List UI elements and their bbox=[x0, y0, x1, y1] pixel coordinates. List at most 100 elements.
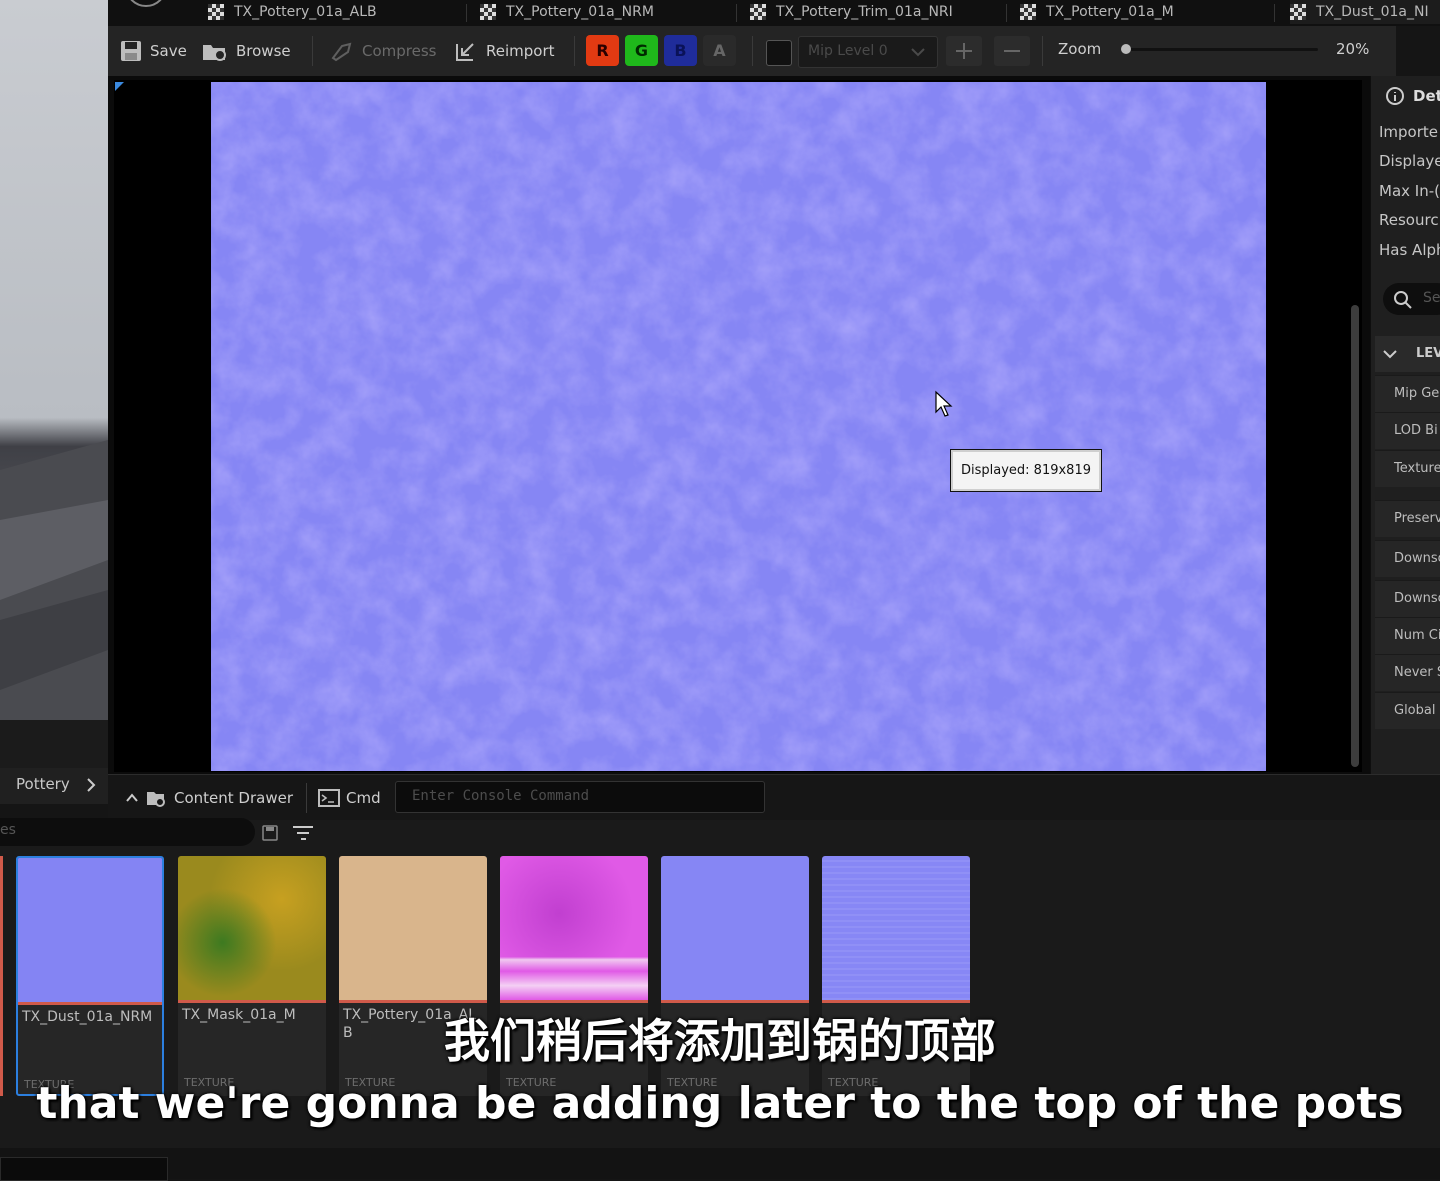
asset-type-bar bbox=[661, 1000, 809, 1003]
compress-icon bbox=[331, 42, 352, 62]
property-row-mip-gen[interactable]: Mip Ge bbox=[1375, 375, 1440, 412]
save-label: Save bbox=[150, 42, 187, 60]
checker-floor bbox=[0, 440, 108, 720]
property-label: Global I bbox=[1394, 703, 1440, 718]
tab-label: TX_Dust_01a_NI bbox=[1316, 4, 1429, 20]
texture-icon bbox=[480, 4, 496, 20]
tab-pottery-m[interactable]: TX_Pottery_01a_M bbox=[1020, 0, 1280, 24]
tooltip-text: Displayed: 819x819 bbox=[961, 463, 1091, 478]
property-row-lod-bias[interactable]: LOD Bi bbox=[1375, 412, 1440, 449]
save-icon bbox=[121, 41, 141, 61]
status-bar: Content Drawer Cmd bbox=[108, 774, 1440, 821]
folder-breadcrumb[interactable]: Pottery bbox=[0, 768, 108, 804]
background-color-swatch[interactable] bbox=[766, 40, 792, 66]
blue-channel-toggle[interactable]: B bbox=[664, 35, 697, 66]
asset-thumbnail bbox=[178, 856, 326, 1000]
zoom-label: Zoom bbox=[1058, 40, 1102, 58]
asset-type-bar bbox=[500, 1000, 648, 1003]
chevron-up-icon bbox=[126, 793, 138, 802]
green-channel-toggle[interactable]: G bbox=[625, 35, 658, 66]
zoom-slider[interactable] bbox=[1122, 48, 1318, 51]
asset-thumbnail bbox=[339, 856, 487, 1000]
property-row-never-stream[interactable]: Never S bbox=[1375, 654, 1440, 691]
tab-label: TX_Pottery_01a_NRM bbox=[506, 4, 654, 20]
info-icon bbox=[1386, 87, 1404, 105]
reimport-button[interactable]: Reimport bbox=[454, 26, 555, 76]
normal-map-preview[interactable] bbox=[211, 82, 1266, 771]
reimport-label: Reimport bbox=[486, 42, 555, 60]
texture-icon bbox=[1020, 4, 1036, 20]
property-label: Num Ci bbox=[1394, 628, 1440, 643]
details-search-input[interactable]: Se bbox=[1383, 283, 1440, 315]
details-row-has-alpha: Has Alph bbox=[1379, 241, 1440, 259]
tab-pottery-alb[interactable]: TX_Pottery_01a_ALB bbox=[208, 0, 468, 24]
footer-field[interactable] bbox=[0, 1157, 168, 1181]
vertical-scrollbar[interactable] bbox=[1351, 305, 1359, 767]
details-row-max-ingame: Max In-( bbox=[1379, 182, 1440, 200]
tab-label: TX_Pottery_Trim_01a_NRI bbox=[776, 4, 953, 20]
details-row-resource: Resourc bbox=[1379, 211, 1439, 229]
minus-icon bbox=[1004, 50, 1020, 52]
content-drawer-icon bbox=[147, 792, 165, 807]
asset-tab-bar: TX_Pottery_01a_ALB TX_Pottery_01a_NRM TX… bbox=[108, 0, 1440, 26]
property-row-global-force[interactable]: Global I bbox=[1375, 692, 1440, 729]
cmd-button[interactable]: Cmd bbox=[318, 775, 381, 821]
zoom-slider-handle[interactable] bbox=[1120, 44, 1131, 54]
asset-thumbnail bbox=[822, 856, 970, 1000]
tab-dust-nrm[interactable]: TX_Dust_01a_NI bbox=[1290, 0, 1440, 24]
channel-label: R bbox=[596, 41, 609, 60]
section-label: LEV bbox=[1416, 346, 1440, 361]
red-channel-toggle[interactable]: R bbox=[586, 35, 619, 66]
property-label: LOD Bi bbox=[1394, 423, 1438, 438]
decrease-mip-button[interactable] bbox=[994, 36, 1030, 66]
tab-pottery-trim-nrm[interactable]: TX_Pottery_Trim_01a_NRI bbox=[750, 0, 976, 24]
property-row-downscale[interactable]: Downsc bbox=[1375, 540, 1440, 577]
console-command-input[interactable]: Enter Console Command bbox=[395, 781, 765, 813]
increase-mip-button[interactable] bbox=[946, 36, 982, 66]
asset-type-bar bbox=[822, 1000, 970, 1003]
search-placeholder: Se bbox=[1423, 290, 1440, 306]
texture-icon bbox=[750, 4, 766, 20]
property-row-downscale-options[interactable]: Downsc bbox=[1375, 580, 1440, 617]
content-drawer-label: Content Drawer bbox=[174, 789, 293, 807]
details-panel: Det Importe Displaye Max In-( Resourc Ha… bbox=[1370, 76, 1440, 776]
property-label: Preserv bbox=[1394, 511, 1440, 526]
browse-button[interactable]: Browse bbox=[202, 26, 291, 76]
reimport-icon bbox=[456, 43, 474, 61]
property-row-num-cinematic[interactable]: Num Ci bbox=[1375, 617, 1440, 654]
normal-map-noise bbox=[211, 82, 1266, 771]
chevron-down-icon bbox=[911, 48, 925, 57]
level-of-detail-section-header[interactable]: LEV bbox=[1375, 336, 1440, 372]
property-label: Downsc bbox=[1394, 551, 1440, 566]
mouse-cursor-icon bbox=[935, 390, 953, 417]
chevron-right-icon[interactable] bbox=[86, 778, 96, 792]
property-label: Downsc bbox=[1394, 591, 1440, 606]
cmd-label: Cmd bbox=[346, 789, 381, 807]
asset-thumbnail bbox=[500, 856, 648, 1000]
content-drawer-button[interactable]: Content Drawer bbox=[126, 775, 293, 821]
filter-icon[interactable] bbox=[292, 824, 316, 844]
level-viewport bbox=[0, 0, 108, 720]
tab-label: TX_Pottery_01a_M bbox=[1046, 4, 1174, 20]
corner-marker-icon bbox=[115, 82, 124, 91]
console-placeholder: Enter Console Command bbox=[412, 788, 590, 804]
details-row-displayed: Displaye bbox=[1379, 152, 1440, 170]
save-all-icon[interactable] bbox=[262, 825, 278, 841]
property-row-preserve[interactable]: Preserv bbox=[1375, 500, 1440, 537]
save-button[interactable]: Save bbox=[120, 26, 187, 76]
tab-label: TX_Pottery_01a_ALB bbox=[234, 4, 377, 20]
property-row-texture-group[interactable]: Texture bbox=[1375, 450, 1440, 487]
displayed-size-tooltip: Displayed: 819x819 bbox=[950, 449, 1102, 492]
mip-level-dropdown[interactable]: Mip Level 0 bbox=[798, 36, 938, 68]
asset-thumbnail bbox=[661, 856, 809, 1000]
tab-pottery-nrm[interactable]: TX_Pottery_01a_NRM bbox=[480, 0, 740, 24]
content-search-input[interactable]: es bbox=[0, 818, 255, 846]
compress-button[interactable]: Compress bbox=[330, 26, 436, 76]
zoom-value: 20% bbox=[1336, 40, 1370, 58]
alpha-channel-toggle[interactable]: A bbox=[703, 35, 736, 66]
browse-label: Browse bbox=[236, 42, 291, 60]
subtitle-chinese: 我们稍后将添加到锅的顶部 bbox=[444, 1014, 996, 1068]
left-panel bbox=[0, 720, 108, 770]
mip-level-value: Mip Level 0 bbox=[808, 43, 888, 59]
details-row-imported: Importe bbox=[1379, 123, 1439, 141]
